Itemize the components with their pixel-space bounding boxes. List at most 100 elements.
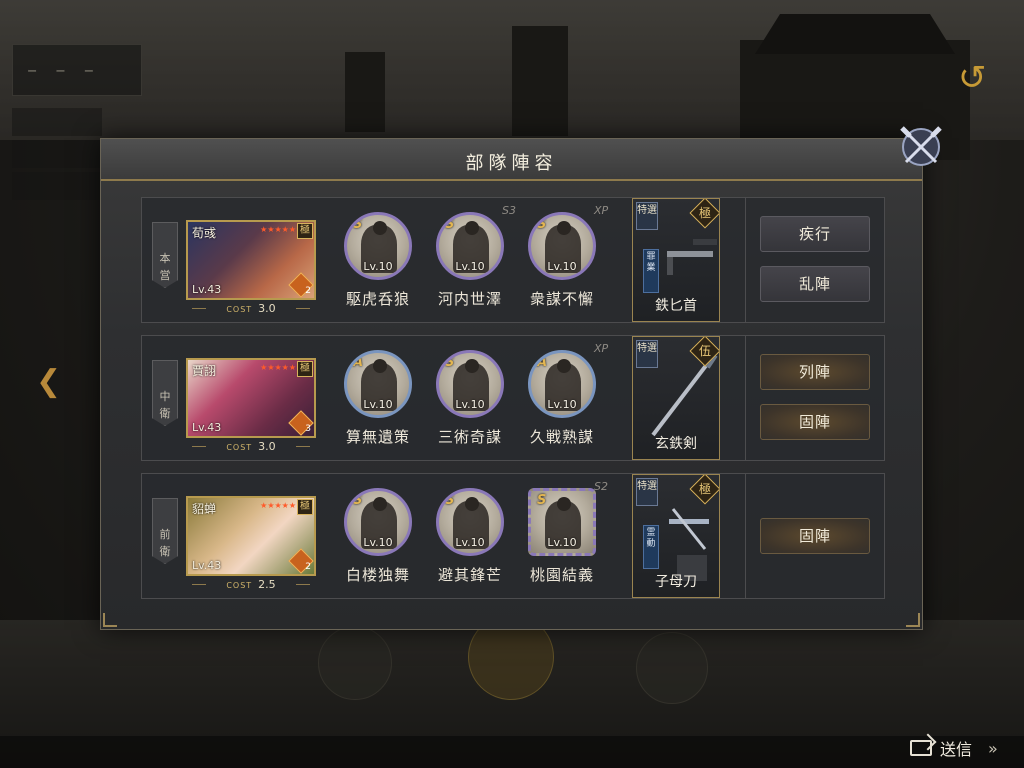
- cost-value: 3.0: [258, 302, 276, 315]
- skill-icon[interactable]: A Lv.10: [528, 350, 596, 418]
- modal-header: 部隊陣容: [101, 139, 922, 181]
- corner-ornament: [906, 613, 920, 627]
- weapon-card[interactable]: 特選 伍玄鉄剣: [632, 336, 720, 460]
- divider: [745, 474, 746, 598]
- star-rating-icon: ★★★★★: [260, 363, 296, 372]
- position-tag: 前衛: [152, 498, 178, 564]
- position-tag: 中衛: [152, 360, 178, 426]
- divider: [192, 308, 206, 309]
- skill-name: 避其鋒芒: [437, 566, 502, 584]
- skill-slot: S Lv.10 河内世澤: [432, 212, 508, 312]
- hero-card[interactable]: 賈詡 ★★★★★ 極 Lv.43 3: [186, 358, 316, 438]
- position-char: 営: [159, 269, 171, 282]
- position-label: 中衛: [153, 361, 177, 421]
- formation-action-button[interactable]: 固陣: [760, 404, 870, 440]
- skill-rank: S: [537, 217, 547, 232]
- formation-row: 前衛貂蝉 ★★★★★ 極 Lv.43 2 COST 2.5 S Lv.10 白楼独舞 S Lv.10 避…: [141, 473, 885, 599]
- divider: [296, 584, 310, 585]
- weapon-tassel-tag: 霊動: [643, 525, 659, 569]
- position-char: 前: [159, 528, 171, 541]
- weapon-card[interactable]: 特選 極霊動子母刀: [632, 474, 720, 598]
- hero-name: 賈詡: [192, 364, 217, 378]
- skill-level: Lv.10: [547, 398, 577, 411]
- skill-icon[interactable]: S Lv.10: [436, 212, 504, 280]
- divider: [296, 446, 310, 447]
- skill-icon[interactable]: A Lv.10: [344, 350, 412, 418]
- weapon-name: 子母刀: [655, 574, 697, 590]
- special-select-tag: 特選: [636, 478, 658, 506]
- divider: [296, 308, 310, 309]
- weapon-grade: 伍: [698, 343, 712, 358]
- return-arrow-icon[interactable]: ↺: [958, 58, 987, 98]
- warrior-head-icon: [465, 221, 479, 235]
- skill-name: 桃園結義: [529, 566, 594, 584]
- cost-value: 2.5: [258, 578, 276, 591]
- grade-badge: 極: [297, 499, 313, 515]
- warrior-head-icon: [557, 359, 571, 373]
- send-button[interactable]: 送信 »: [910, 734, 1020, 762]
- cost-label: COST: [226, 305, 253, 314]
- hero-name: 荀彧: [192, 226, 217, 240]
- chevron-left-icon[interactable]: ❮: [36, 364, 61, 399]
- double-chevron-icon: »: [988, 738, 998, 758]
- skill-name: 駆虎呑狼: [345, 290, 410, 308]
- formation-action-button[interactable]: 列陣: [760, 354, 870, 390]
- skill-level: Lv.10: [363, 536, 393, 549]
- skill-tag: XP: [594, 204, 609, 217]
- warrior-head-icon: [557, 221, 571, 235]
- position-char: 本: [159, 252, 171, 265]
- warrior-head-icon: [557, 497, 571, 511]
- cost-value: 3.0: [258, 440, 276, 453]
- skill-rank: A: [537, 355, 548, 370]
- position-label: 前衛: [153, 499, 177, 559]
- warrior-head-icon: [373, 497, 387, 511]
- skill-name: 久戦熟謀: [529, 428, 594, 446]
- modal-title: 部隊陣容: [465, 153, 558, 174]
- formation-action-button[interactable]: 固陣: [760, 518, 870, 554]
- weapon-name: 玄鉄剣: [655, 436, 697, 452]
- skill-icon[interactable]: S Lv.10: [344, 488, 412, 556]
- weapon-card[interactable]: 特選 極罪業 鉄匕首: [632, 198, 720, 322]
- hero-level: Lv.43: [192, 283, 222, 296]
- weapon-grade: 極: [698, 481, 712, 496]
- hero-card[interactable]: 貂蝉 ★★★★★ 極 Lv.43 2: [186, 496, 316, 576]
- special-select-tag: 特選: [636, 202, 658, 230]
- skill-level: Lv.10: [455, 260, 485, 273]
- hero-level: Lv.43: [192, 559, 222, 572]
- skill-icon[interactable]: S Lv.10: [436, 488, 504, 556]
- grade-badge: 極: [297, 361, 313, 377]
- skill-tag: S2: [594, 480, 608, 493]
- skill-icon[interactable]: S Lv.10: [528, 212, 596, 280]
- skill-rank: S: [353, 217, 363, 232]
- skill-name: 白楼独舞: [345, 566, 410, 584]
- skill-rank: S: [445, 355, 455, 370]
- skill-icon[interactable]: S Lv.10: [436, 350, 504, 418]
- formation-row: 本営荀彧 ★★★★★ 極 Lv.43 2 COST 3.0 S Lv.10 駆虎呑狼 S Lv.10 河…: [141, 197, 885, 323]
- skill-slot: A Lv.10 算無遺策: [340, 350, 416, 450]
- formation-action-button[interactable]: 乱陣: [760, 266, 870, 302]
- skill-rank: A: [353, 355, 364, 370]
- skill-rank: S: [537, 493, 547, 508]
- warrior-head-icon: [465, 497, 479, 511]
- skill-tag: S3: [502, 204, 516, 217]
- hero-name: 貂蝉: [192, 502, 217, 516]
- skill-icon[interactable]: S Lv.10: [528, 488, 596, 556]
- hero-card[interactable]: 荀彧 ★★★★★ 極 Lv.43 2: [186, 220, 316, 300]
- special-select-tag: 特選: [636, 340, 658, 368]
- grade-badge: 極: [297, 223, 313, 239]
- position-tag: 本営: [152, 222, 178, 288]
- skill-slot: S Lv.10 駆虎呑狼: [340, 212, 416, 312]
- formation-action-button[interactable]: 疾行: [760, 216, 870, 252]
- position-char: 中: [159, 390, 171, 403]
- skill-icon[interactable]: S Lv.10: [344, 212, 412, 280]
- divider: [192, 584, 206, 585]
- position-label: 本営: [153, 223, 177, 283]
- close-icon[interactable]: [896, 122, 946, 172]
- hero-level: Lv.43: [192, 421, 222, 434]
- skill-level: Lv.10: [363, 260, 393, 273]
- skill-level: Lv.10: [547, 536, 577, 549]
- formation-row: 中衛 賈詡 ★★★★★ 極 Lv.43 3 COST 3.0 A Lv.10 算無遺策 S Lv.10 三…: [141, 335, 885, 461]
- send-label: 送信: [940, 740, 973, 759]
- skill-name: 算無遺策: [345, 428, 410, 446]
- skill-slot: S Lv.10 衆謀不懈: [524, 212, 600, 312]
